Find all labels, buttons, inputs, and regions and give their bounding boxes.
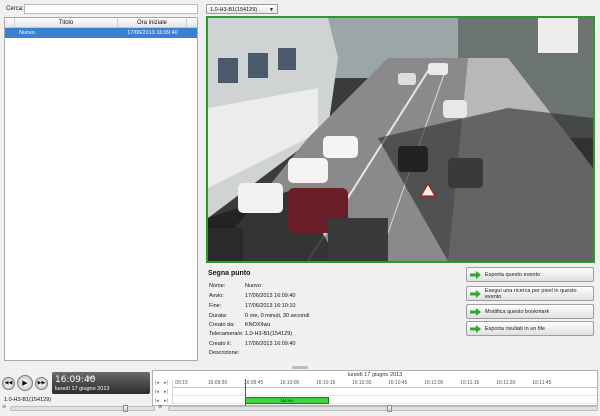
bookmark-table[interactable]: Titolo Ora iniziale Nuovo 17/06/2013 16:… xyxy=(4,17,198,361)
timeline-date: lunedì 17 giugno 2013 xyxy=(347,372,403,378)
edit-bookmark-button[interactable]: Modifica questo bookmark xyxy=(466,304,594,319)
skip-end-icon[interactable]: ▸| xyxy=(164,380,168,386)
detail-value: 17/06/2013 16:10:10 xyxy=(245,303,296,309)
video-player[interactable] xyxy=(206,16,595,263)
timeline-gutter: |◂ |◂ |◂ ▸| ▸| ▸| xyxy=(153,380,173,406)
detail-key: Creato il: xyxy=(209,341,232,347)
zoom-slider-thumb[interactable] xyxy=(123,405,128,412)
detail-row-created-on: Creato il: 17/06/2013 16:09:40 xyxy=(209,341,295,347)
bookmark-event-bar[interactable]: Nuovo xyxy=(245,397,329,404)
tick-label: 16:10:45 xyxy=(387,380,408,386)
camera-select[interactable]: 1.0-H3-B1(154129) ▼ xyxy=(206,4,278,14)
tick-label: 16:10:00 xyxy=(279,380,300,386)
skip-start-icon[interactable]: |◂ xyxy=(155,380,159,386)
export-results-button[interactable]: Esporta risultati in un file xyxy=(466,321,594,336)
skip-end-icon[interactable]: ▸| xyxy=(164,398,168,404)
timeline-lane xyxy=(173,397,597,404)
fast-forward-icon: ▶▶ xyxy=(37,380,46,386)
table-row[interactable]: Nuovo 17/06/2013 16:09:40 xyxy=(5,28,197,38)
timeline-lane xyxy=(173,389,597,396)
timeline-scrollbar-thumb[interactable] xyxy=(387,405,392,412)
time-display: 16:09:40 480 lunedì 17 giugno 2013 xyxy=(52,372,150,394)
detail-key: Durata: xyxy=(209,313,228,319)
tick-label: 16:09:30 xyxy=(207,380,228,386)
play-icon: ▶ xyxy=(22,380,28,387)
chevron-down-icon: ▼ xyxy=(269,6,274,13)
tick-label: 16:11:45 xyxy=(532,380,552,386)
skip-start-icon[interactable]: |◂ xyxy=(155,389,159,395)
tick-label: 16:09:45 xyxy=(243,380,264,386)
detail-row-duration: Durata: 0 ore, 0 minuti, 30 secondi xyxy=(209,313,310,319)
zoom-slider[interactable] xyxy=(10,405,155,412)
select-column-header xyxy=(5,18,15,27)
playback-controls: ◀◀ ▶ ▶▶ xyxy=(2,372,52,394)
camera-select-value: 1.0-H3-B1(154129) xyxy=(210,6,258,13)
pixel-search-label: Esegui una ricerca per pixel in questo e… xyxy=(484,287,577,300)
tick-label: 16:10:15 xyxy=(315,380,336,386)
timeline[interactable]: lunedì 17 giugno 2013 |◂ |◂ |◂ ▸| ▸| ▸| … xyxy=(152,370,598,406)
zoom-in-icon[interactable]: ⊕ xyxy=(158,404,162,410)
detail-value: KNOX\lwu xyxy=(245,322,271,328)
detail-row-end: Fine: 17/06/2013 16:10:10 xyxy=(209,303,295,309)
column-header-title[interactable]: Titolo xyxy=(15,18,118,27)
detail-row-description: Descrizione: xyxy=(209,350,244,356)
row-title: Nuovo xyxy=(19,30,35,36)
export-results-label: Esporta risultati in un file xyxy=(485,325,545,332)
rewind-button[interactable]: ◀◀ xyxy=(2,376,15,390)
row-start-time: 17/06/2013 16:09:40 xyxy=(127,30,178,36)
pixel-search-button[interactable]: Esegui una ricerca per pixel in questo e… xyxy=(466,286,594,301)
tick-label: 16:11:30 xyxy=(496,380,516,386)
tick-label: 16:11:00 xyxy=(424,380,444,386)
row-selector xyxy=(5,28,15,38)
playhead[interactable] xyxy=(245,379,246,406)
camera-label: 1.0-H3-B1(154129) xyxy=(4,397,52,403)
export-event-label: Esporta questo evento xyxy=(485,271,541,278)
detail-key: Descrizione: xyxy=(209,350,240,356)
timeline-scrollbar[interactable] xyxy=(168,405,598,412)
play-button[interactable]: ▶ xyxy=(17,375,33,391)
timeline-lanes xyxy=(173,389,597,405)
current-date: lunedì 17 giugno 2013 xyxy=(55,386,110,392)
timeline-ticks: 09:15 16:09:30 16:09:45 16:10:00 16:10:1… xyxy=(173,380,597,388)
detail-value: 17/06/2013 16:09:40 xyxy=(245,341,296,347)
arrow-right-icon xyxy=(470,307,481,316)
arrow-right-icon xyxy=(470,289,481,298)
skip-end-icon[interactable]: ▸| xyxy=(164,389,168,395)
zoom-out-icon[interactable]: ⊖ xyxy=(2,404,6,410)
current-ms: 480 xyxy=(87,375,94,380)
detail-row-name: Nome: Nuovo xyxy=(209,283,261,289)
detail-row-start: Avvio: 17/06/2013 16:09:40 xyxy=(209,293,295,299)
detail-row-cameras: Telecamera/e: 1.0-H3-B1(154129) xyxy=(209,331,292,337)
detail-value: 17/06/2013 16:09:40 xyxy=(245,293,296,299)
detail-value: Nuovo xyxy=(245,283,261,289)
rewind-icon: ◀◀ xyxy=(4,380,13,386)
tick-label: 16:10:30 xyxy=(351,380,372,386)
detail-value: 1.0-H3-B1(154129) xyxy=(245,331,293,337)
detail-key: Avvio: xyxy=(209,293,224,299)
detail-key: Fine: xyxy=(209,303,222,309)
table-header: Titolo Ora iniziale xyxy=(5,18,197,28)
splitter-handle[interactable] xyxy=(292,366,308,369)
detail-value: 0 ore, 0 minuti, 30 secondi xyxy=(245,313,310,319)
export-event-button[interactable]: Esporta questo evento xyxy=(466,267,594,282)
search-input[interactable] xyxy=(24,4,198,14)
detail-key: Nome: xyxy=(209,283,226,289)
tick-label: 09:15 xyxy=(175,380,188,386)
fast-forward-button[interactable]: ▶▶ xyxy=(35,376,48,390)
detail-key: Creato da: xyxy=(209,322,235,328)
details-title: Segna punto xyxy=(208,270,251,277)
detail-key: Telecamera/e: xyxy=(209,331,244,337)
arrow-right-icon xyxy=(470,324,481,333)
street-camera-image xyxy=(208,18,593,261)
edit-bookmark-label: Modifica questo bookmark xyxy=(485,308,550,315)
tick-label: 16:11:15 xyxy=(460,380,480,386)
search-label: Cerca: xyxy=(6,6,24,12)
detail-row-created-by: Creato da: KNOX\lwu xyxy=(209,322,270,328)
arrow-right-icon xyxy=(470,270,481,279)
column-header-start-time[interactable]: Ora iniziale xyxy=(118,18,187,27)
